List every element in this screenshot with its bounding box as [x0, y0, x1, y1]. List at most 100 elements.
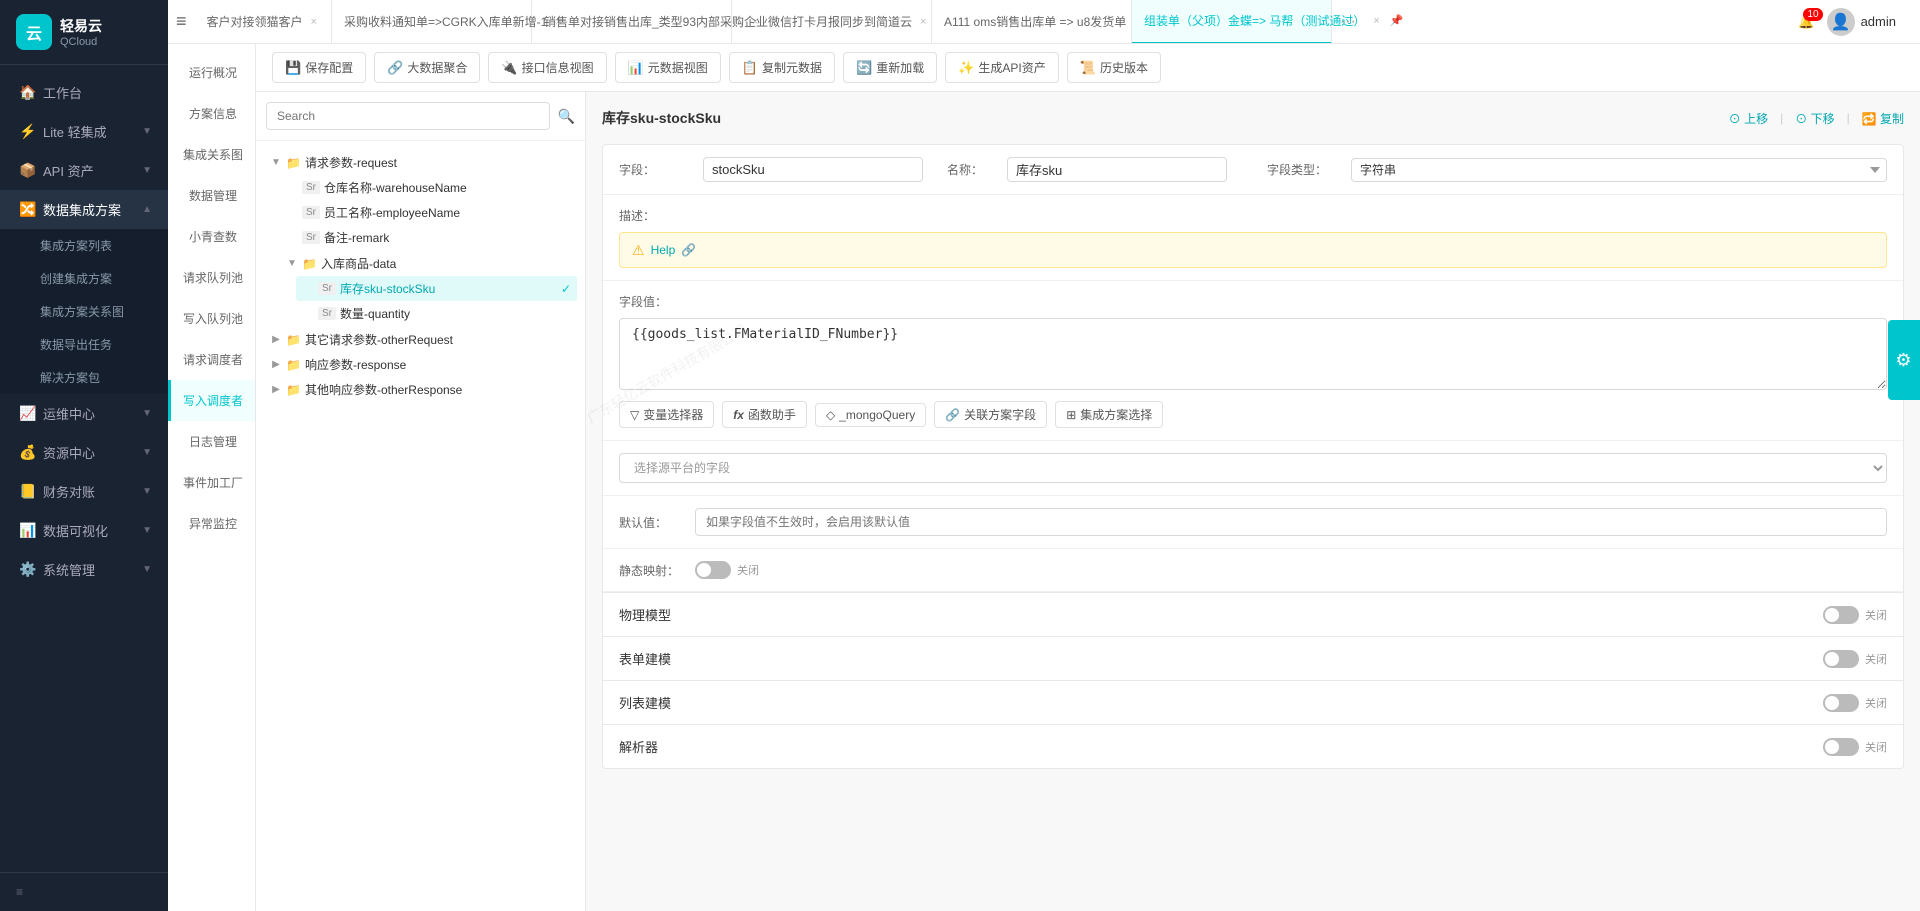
- form-model-toggle[interactable]: 关闭: [1823, 650, 1887, 668]
- tab-2[interactable]: 销售单对接销售出库_类型93内部采购 ×: [532, 0, 732, 44]
- tab-pin-icon[interactable]: 📌: [1388, 14, 1406, 27]
- tree-node-row-other-response[interactable]: ▶ 📁 其他响应参数-otherResponse: [264, 377, 577, 402]
- tree-node-row-goods[interactable]: ▼ 📁 入库商品-data: [280, 251, 577, 276]
- variable-selector-btn[interactable]: ▽ 变量选择器: [619, 401, 714, 428]
- settings-fab-btn[interactable]: ⚙: [1888, 320, 1920, 400]
- sidebar: 云 轻易云 QCloud 🏠 工作台 ⚡ Lite 轻集成 ▼: [0, 0, 168, 911]
- left-nav-solution-info[interactable]: 方案信息: [168, 93, 255, 134]
- left-nav-data-mgmt[interactable]: 数据管理: [168, 175, 255, 216]
- sidebar-sub-item-relation[interactable]: 集成方案关系图: [0, 295, 168, 328]
- sidebar-sub-item-solution[interactable]: 解决方案包: [0, 361, 168, 394]
- help-link-icon[interactable]: 🔗: [681, 243, 696, 257]
- form-row-source: 选择源平台的字段: [603, 441, 1903, 496]
- left-nav-qingcha[interactable]: 小青查数: [168, 216, 255, 257]
- tab-3[interactable]: 企业微信打卡月报同步到简道云 ×: [732, 0, 932, 44]
- notification-btn[interactable]: 🔔 10: [1798, 14, 1814, 30]
- link-field-btn[interactable]: 🔗 关联方案字段: [934, 401, 1047, 428]
- tab-close-icon[interactable]: ×: [918, 16, 928, 28]
- sidebar-collapse-btn[interactable]: ≡: [0, 872, 168, 911]
- tab-5[interactable]: 组装单（父项）金蝶=> 马帮（测试通过） × 📌: [1132, 0, 1332, 44]
- sidebar-item-integration[interactable]: 🔀 数据集成方案 ▲: [0, 190, 168, 229]
- sidebar-sub-item-list[interactable]: 集成方案列表: [0, 229, 168, 262]
- tab-more-btn[interactable]: ···: [1332, 13, 1364, 31]
- static-map-toggle[interactable]: 关闭: [695, 561, 759, 579]
- left-nav-exception-monitor[interactable]: 异常监控: [168, 503, 255, 544]
- meta-view-button[interactable]: 📊 元数据视图: [615, 52, 721, 83]
- tab-close-icon[interactable]: ×: [1371, 15, 1381, 27]
- left-nav-event-factory[interactable]: 事件加工厂: [168, 462, 255, 503]
- left-nav-log-mgmt[interactable]: 日志管理: [168, 421, 255, 462]
- parser-toggle[interactable]: 关闭: [1823, 738, 1887, 756]
- tab-1[interactable]: 采购收料通知单=>CGRK入库单新增-1 ×: [332, 0, 532, 44]
- sidebar-item-finance[interactable]: 📒 财务对账 ▼: [0, 472, 168, 511]
- field-input[interactable]: [703, 157, 923, 182]
- sidebar-item-ops[interactable]: 📈 运维中心 ▼: [0, 394, 168, 433]
- save-config-button[interactable]: 💾 保存配置: [272, 52, 366, 83]
- left-nav-write-scheduler[interactable]: 写入调度者: [168, 380, 255, 421]
- sidebar-item-sysadmin[interactable]: ⚙️ 系统管理 ▼: [0, 550, 168, 589]
- value-textarea[interactable]: {{goods_list.FMaterialID_FNumber}}: [619, 318, 1887, 390]
- toggle-expand-icon: ▶: [270, 359, 282, 370]
- tab-0[interactable]: 客户对接领猫客户 ×: [195, 0, 332, 44]
- search-icon[interactable]: 🔍: [558, 108, 575, 125]
- tree-node-label: 仓库名称-warehouseName: [324, 179, 571, 196]
- reload-button[interactable]: 🔄 重新加载: [843, 52, 937, 83]
- tree-node-row-other-request[interactable]: ▶ 📁 其它请求参数-otherRequest: [264, 327, 577, 352]
- menu-icon[interactable]: ≡: [176, 11, 187, 32]
- source-select[interactable]: 选择源平台的字段: [619, 453, 1887, 483]
- tree-node-row-employee[interactable]: Sr 员工名称-employeeName: [280, 200, 577, 225]
- toggle-control[interactable]: [1823, 738, 1859, 756]
- interface-view-button[interactable]: 🔌 接口信息视图: [488, 52, 606, 83]
- toggle-control[interactable]: [695, 561, 731, 579]
- tab-4[interactable]: A111 oms销售出库单 => u8发货单 ×: [932, 0, 1132, 44]
- user-menu[interactable]: 👤 admin: [1827, 8, 1896, 36]
- integration-select-btn[interactable]: ⊞ 集成方案选择: [1055, 401, 1163, 428]
- sidebar-item-label: 数据集成方案: [43, 200, 121, 219]
- help-link[interactable]: Help: [651, 243, 676, 257]
- default-input[interactable]: [695, 508, 1887, 536]
- sidebar-item-resource[interactable]: 💰 资源中心 ▼: [0, 433, 168, 472]
- name-input[interactable]: [1007, 157, 1227, 182]
- tree-node-row-warehouse[interactable]: Sr 仓库名称-warehouseName: [280, 175, 577, 200]
- mongo-query-btn[interactable]: ◇ _mongoQuery: [815, 403, 926, 427]
- gen-api-button[interactable]: ✨ 生成API资产: [945, 52, 1059, 83]
- folder-icon: 📁: [286, 383, 301, 397]
- left-nav-write-queue[interactable]: 写入队列池: [168, 298, 255, 339]
- copy-btn[interactable]: 🔁 复制: [1862, 110, 1904, 127]
- search-input[interactable]: [266, 102, 550, 130]
- left-nav-relation-map[interactable]: 集成关系图: [168, 134, 255, 175]
- copy-meta-button[interactable]: 📋 复制元数据: [729, 52, 835, 83]
- logo-texts: 轻易云 QCloud: [60, 16, 102, 48]
- sidebar-sub-item-export[interactable]: 数据导出任务: [0, 328, 168, 361]
- tree-node-row-remark[interactable]: Sr 备注-remark: [280, 225, 577, 250]
- left-nav-request-scheduler[interactable]: 请求调度者: [168, 339, 255, 380]
- physical-model-toggle[interactable]: 关闭: [1823, 606, 1887, 624]
- function-helper-btn[interactable]: fx 函数助手: [722, 401, 807, 428]
- move-down-btn[interactable]: ⊙ 下移: [1795, 110, 1834, 127]
- toggle-control[interactable]: [1823, 694, 1859, 712]
- check-icon: ✓: [561, 282, 571, 296]
- bigdata-merge-button[interactable]: 🔗 大数据聚合: [374, 52, 480, 83]
- tree-node-row-stocksku[interactable]: Sr 库存sku-stockSku ✓: [296, 276, 577, 301]
- left-nav-overview[interactable]: 运行概况: [168, 52, 255, 93]
- sidebar-item-lite[interactable]: ⚡ Lite 轻集成 ▼: [0, 112, 168, 151]
- toggle-control[interactable]: [1823, 650, 1859, 668]
- history-button[interactable]: 📜 历史版本: [1067, 52, 1161, 83]
- field-label: 字段：: [619, 161, 679, 178]
- sidebar-item-api[interactable]: 📦 API 资产 ▼: [0, 151, 168, 190]
- tree-node-label: 其他响应参数-otherResponse: [305, 381, 571, 398]
- tab-close-icon[interactable]: ×: [309, 16, 319, 28]
- move-up-btn[interactable]: ⊙ 上移: [1729, 110, 1768, 127]
- left-nav-request-queue[interactable]: 请求队列池: [168, 257, 255, 298]
- sidebar-item-dataviz[interactable]: 📊 数据可视化 ▼: [0, 511, 168, 550]
- tree-node-row-quantity[interactable]: Sr 数量-quantity: [296, 301, 577, 326]
- sidebar-sub-item-create[interactable]: 创建集成方案: [0, 262, 168, 295]
- list-model-toggle[interactable]: 关闭: [1823, 694, 1887, 712]
- type-select[interactable]: 字符串: [1351, 158, 1887, 182]
- logo-area: 云 轻易云 QCloud: [0, 0, 168, 65]
- toggle-control[interactable]: [1823, 606, 1859, 624]
- tab-bar: ≡ 客户对接领猫客户 × 采购收料通知单=>CGRK入库单新增-1 × 销售单对…: [168, 0, 1920, 44]
- sidebar-item-workbench[interactable]: 🏠 工作台: [0, 73, 168, 112]
- tree-node-row-response[interactable]: ▶ 📁 响应参数-response: [264, 352, 577, 377]
- tree-node-row-request[interactable]: ▼ 📁 请求参数-request: [264, 150, 577, 175]
